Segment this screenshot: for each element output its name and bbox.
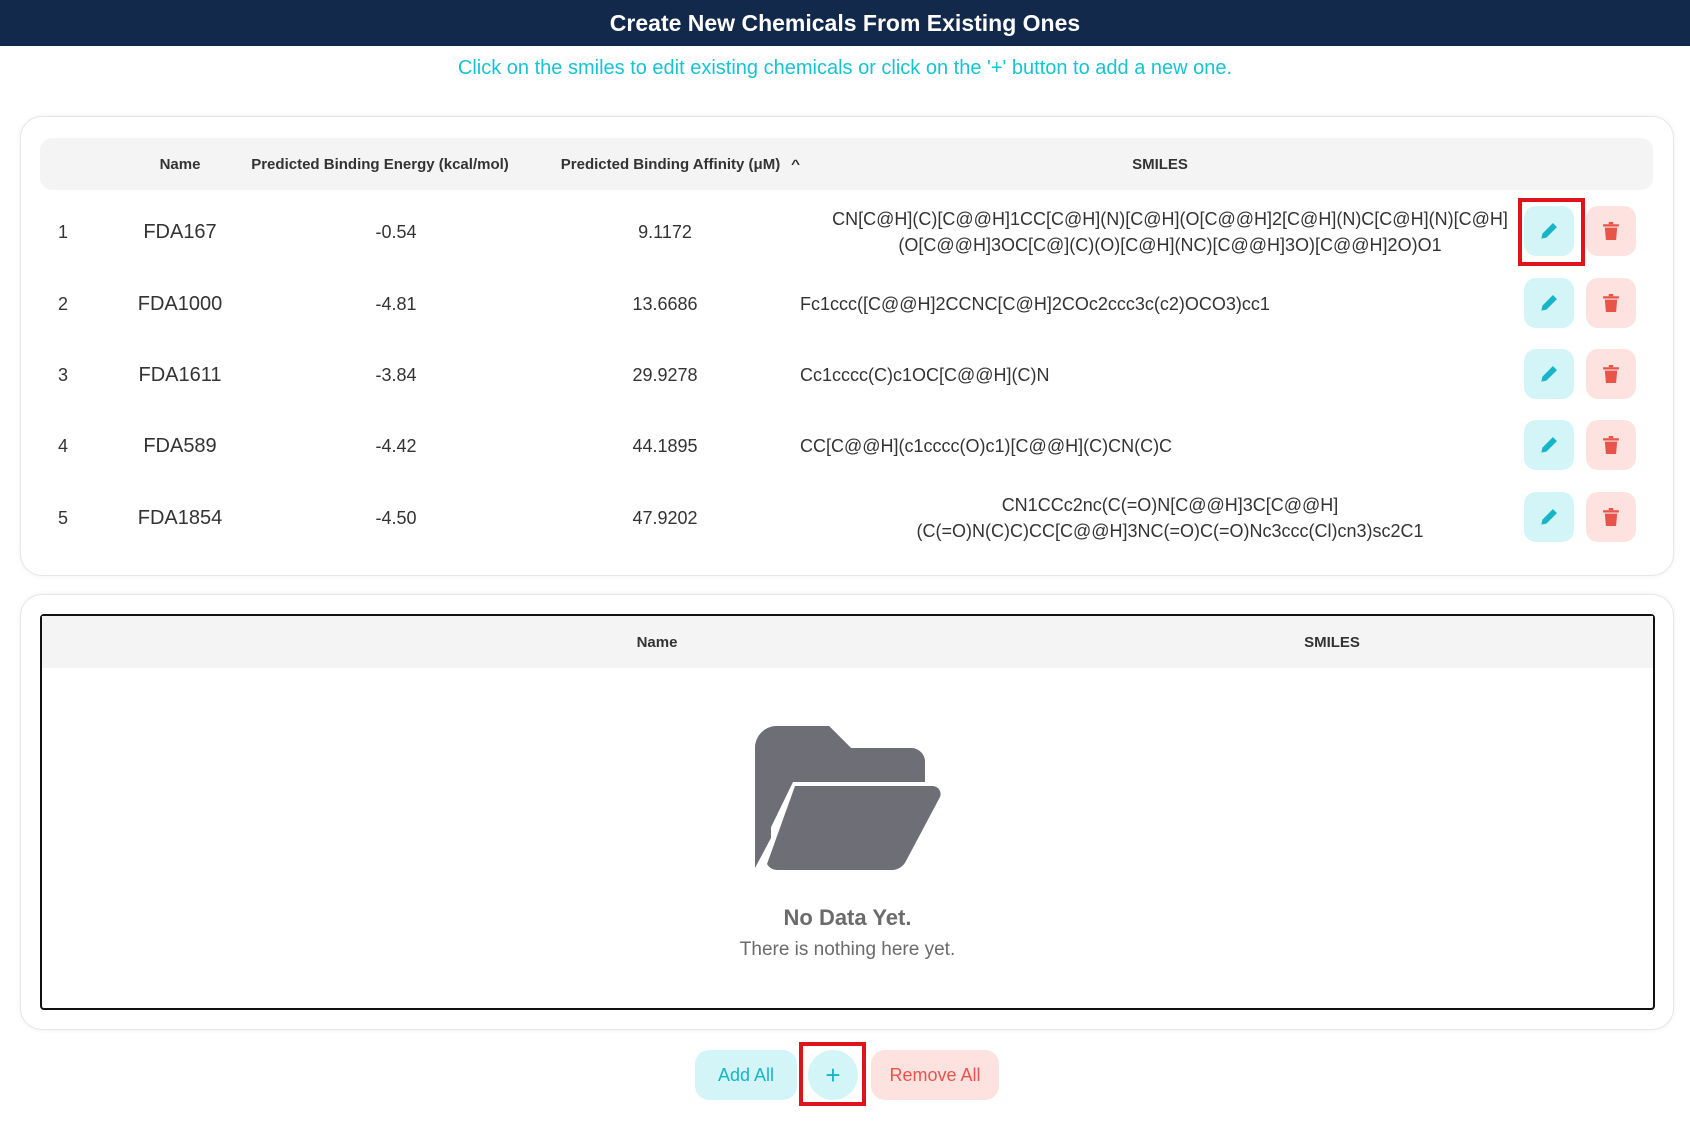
smiles-cell[interactable]: Fc1ccc([C@@H]2CCNC[C@H]2COc2ccc3c(c2)OCO… bbox=[800, 268, 1540, 340]
chemical-name: FDA1000 bbox=[137, 292, 223, 315]
binding-energy: -0.54 bbox=[375, 221, 417, 242]
table-row: 4 FDA589 -4.42 44.1895 CC[C@@H](c1cccc(O… bbox=[40, 410, 1653, 482]
smiles-line: (C(=O)N(C)C)CC[C@@H]3NC(=O)C(=O)Nc3ccc(C… bbox=[916, 521, 1424, 541]
trash-icon bbox=[1603, 508, 1619, 526]
edit-button[interactable] bbox=[1524, 420, 1574, 470]
trash-icon bbox=[1603, 222, 1619, 240]
empty-title: No Data Yet. bbox=[783, 905, 912, 930]
trash-icon bbox=[1603, 365, 1619, 383]
smiles-cell[interactable]: CN[C@H](C)[C@@H]1CC[C@H](N)[C@H](O[C@@H]… bbox=[800, 196, 1540, 268]
add-all-button[interactable]: Add All bbox=[695, 1050, 797, 1100]
table-row: 3 FDA1611 -3.84 29.9278 Cc1cccc(C)c1OC[C… bbox=[40, 339, 1653, 411]
delete-button[interactable] bbox=[1586, 492, 1636, 542]
binding-affinity: 47.9202 bbox=[632, 507, 698, 528]
table-row: 1 FDA167 -0.54 9.1172 CN[C@H](C)[C@@H]1C… bbox=[40, 196, 1653, 268]
edit-button[interactable] bbox=[1524, 492, 1574, 542]
binding-affinity: 29.9278 bbox=[632, 364, 698, 385]
table-row: 2 FDA1000 -4.81 13.6686 Fc1ccc([C@@H]2CC… bbox=[40, 268, 1653, 340]
delete-button[interactable] bbox=[1586, 420, 1636, 470]
pencil-icon bbox=[1541, 437, 1557, 453]
smiles-line: CN[C@H](C)[C@@H]1CC[C@H](N)[C@H](O[C@@H]… bbox=[832, 209, 1508, 229]
new-chemicals-table-header: Name SMILES bbox=[42, 616, 1653, 668]
binding-energy: -4.81 bbox=[375, 293, 417, 314]
chemical-name: FDA1854 bbox=[137, 506, 223, 529]
row-index: 4 bbox=[57, 435, 68, 456]
smiles-cell[interactable]: CN1CCc2nc(C(=O)N[C@@H]3C[C@@H] (C(=O)N(C)… bbox=[800, 482, 1540, 554]
binding-energy: -4.50 bbox=[375, 507, 417, 528]
app-header: Create New Chemicals From Existing Ones bbox=[0, 0, 1690, 46]
new-chemicals-table: Name SMILES No Data Yet. There is nothin… bbox=[40, 614, 1655, 1010]
empty-state: No Data Yet. There is nothing here yet. bbox=[42, 726, 1653, 961]
chemical-name: FDA1611 bbox=[138, 363, 222, 386]
page-subtitle: Click on the smiles to edit existing che… bbox=[457, 57, 1233, 79]
pencil-icon bbox=[1541, 223, 1557, 239]
delete-button[interactable] bbox=[1586, 206, 1636, 256]
binding-affinity: 9.1172 bbox=[638, 221, 692, 242]
smiles-cell[interactable]: Cc1cccc(C)c1OC[C@@H](C)N bbox=[800, 339, 1540, 411]
smiles-cell[interactable]: CC[C@@H](c1cccc(O)c1)[C@@H](C)CN(C)C bbox=[800, 410, 1540, 482]
edit-button[interactable] bbox=[1524, 206, 1574, 256]
row-index: 2 bbox=[57, 293, 68, 314]
row-index: 1 bbox=[57, 221, 68, 242]
folder-open-icon bbox=[754, 726, 941, 870]
page-title: Create New Chemicals From Existing Ones bbox=[609, 9, 1081, 36]
pencil-icon bbox=[1541, 295, 1557, 311]
binding-affinity: 13.6686 bbox=[632, 293, 698, 314]
edit-button[interactable] bbox=[1524, 349, 1574, 399]
smiles-line: CN1CCc2nc(C(=O)N[C@@H]3C[C@@H] bbox=[1001, 495, 1339, 515]
chevron-up-icon[interactable]: ^ bbox=[791, 157, 800, 171]
delete-button[interactable] bbox=[1586, 349, 1636, 399]
edit-button[interactable] bbox=[1524, 278, 1574, 328]
chemical-name: FDA589 bbox=[143, 434, 217, 457]
delete-button[interactable] bbox=[1586, 278, 1636, 328]
trash-icon bbox=[1603, 294, 1619, 312]
column-header-smiles[interactable]: SMILES bbox=[840, 138, 1480, 190]
pencil-icon bbox=[1541, 509, 1557, 525]
binding-affinity: 44.1895 bbox=[632, 435, 698, 456]
trash-icon bbox=[1603, 436, 1619, 454]
empty-text: There is nothing here yet. bbox=[739, 939, 956, 960]
column-header-affinity[interactable]: Predicted Binding Affinity (μM) ^ bbox=[520, 138, 840, 190]
column-header-energy[interactable]: Predicted Binding Energy (kcal/mol) bbox=[212, 138, 548, 190]
column-header-name[interactable]: Name bbox=[502, 616, 812, 668]
binding-energy: -3.84 bbox=[375, 364, 417, 385]
add-chemical-button[interactable]: + bbox=[808, 1050, 858, 1100]
table-row: 5 FDA1854 -4.50 47.9202 CN1CCc2nc(C(=O)N… bbox=[40, 482, 1653, 554]
remove-all-button[interactable]: Remove All bbox=[871, 1050, 999, 1100]
chemical-name: FDA167 bbox=[143, 220, 217, 243]
chemicals-table-header: Name Predicted Binding Energy (kcal/mol)… bbox=[40, 138, 1653, 190]
pencil-icon bbox=[1541, 366, 1557, 382]
column-header-smiles[interactable]: SMILES bbox=[1172, 616, 1492, 668]
smiles-line: (O[C@@H]3OC[C@](C)(O)[C@H](NC)[C@@H]3O)[… bbox=[898, 235, 1442, 255]
row-index: 5 bbox=[57, 507, 68, 528]
row-index: 3 bbox=[57, 364, 68, 385]
binding-energy: -4.42 bbox=[375, 435, 417, 456]
